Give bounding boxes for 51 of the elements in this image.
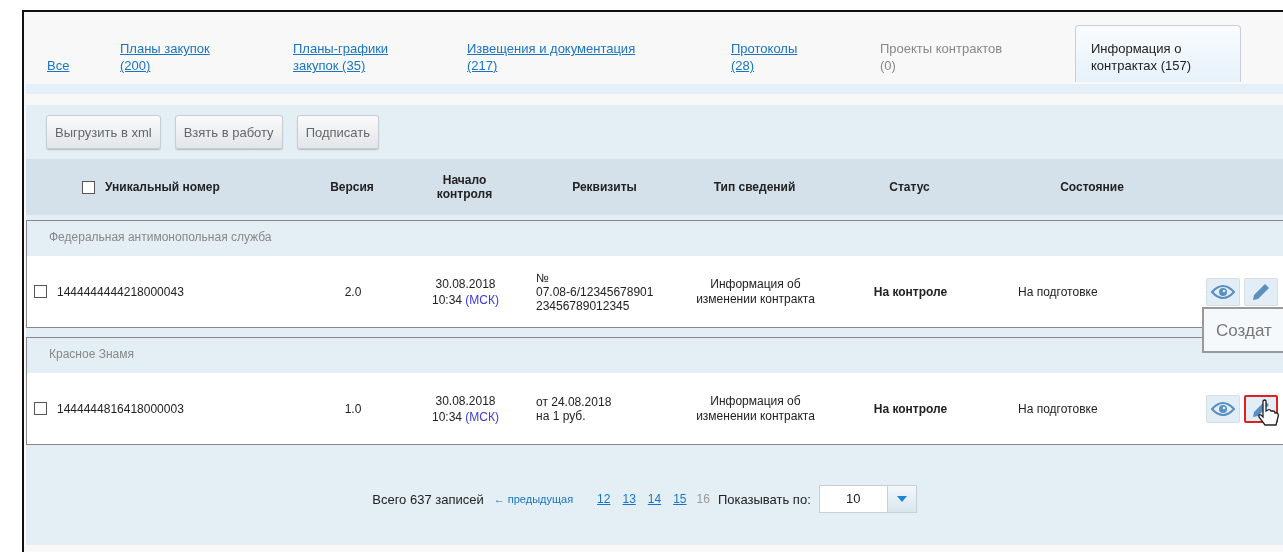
table-cell: На контроле (873, 284, 948, 299)
checkbox[interactable] (34, 402, 47, 415)
record-count: Всего 637 записей (372, 491, 484, 507)
column-header: Версия (330, 180, 374, 194)
toolbar-button[interactable]: Выгрузить в xml (46, 115, 161, 149)
hand-cursor-icon (1256, 399, 1280, 429)
column-header: Состояние (1060, 180, 1124, 194)
column-header: Реквизиты (572, 180, 637, 194)
table-cell: На подготовке (1018, 284, 1098, 299)
table-cell: от 24.08.2018 на 1 руб. (536, 394, 612, 423)
page-link[interactable]: 15 (673, 492, 687, 506)
checkbox[interactable] (34, 285, 47, 298)
page-link[interactable]: 12 (597, 492, 611, 506)
page-link[interactable]: 14 (647, 492, 662, 506)
column-header: Уникальный номер (105, 180, 220, 194)
eye-icon (1211, 284, 1235, 299)
page-number: 16 (696, 492, 710, 506)
table-cell: 30.08.2018 10:34 (МСК) (432, 392, 499, 425)
page-link[interactable]: 13 (622, 492, 636, 506)
column-header: Начало контроля (435, 173, 494, 201)
per-page-select[interactable]: 10 (818, 485, 917, 513)
table-cell: 2.0 (344, 284, 362, 299)
tab[interactable]: Информация о контрактах (157) (1075, 25, 1241, 82)
table-cell: На подготовке (1018, 401, 1098, 416)
table-cell-text: Информация об изменении контракта (695, 276, 816, 307)
table-cell-text: Информация об изменении контракта (695, 393, 816, 424)
tab[interactable]: Протоколы (28) (731, 40, 811, 74)
tab[interactable]: Планы закупок (200) (120, 40, 240, 74)
column-header: Статус (889, 180, 930, 194)
table-cell: 30.08.2018 10:34 (МСК) (432, 275, 499, 308)
pencil-icon (1251, 281, 1271, 302)
toolbar-button[interactable]: Взять в работу (174, 115, 283, 149)
previous-link[interactable]: ← предыдущая (493, 493, 574, 505)
group-title: Красное Знамя (49, 347, 134, 361)
dropdown-arrow-icon (896, 496, 907, 502)
column-header: Тип сведений (713, 180, 796, 194)
tab[interactable]: Извещения и документация (217) (467, 40, 642, 74)
tab[interactable]: Все (47, 57, 87, 74)
view-button[interactable] (1206, 277, 1240, 306)
table-cell: 1444444816418000003 (57, 401, 184, 416)
group-title: Федеральная антимонопольная служба (49, 230, 272, 244)
table-cell: 1444444444218000043 (57, 284, 184, 299)
checkbox[interactable] (82, 180, 95, 194)
eye-icon (1211, 401, 1235, 416)
tab[interactable]: Планы-графики закупок (35) (293, 40, 413, 74)
tooltip: Создат (1202, 307, 1283, 353)
table-cell: На контроле (873, 401, 948, 416)
table-cell: 1.0 (344, 401, 362, 416)
toolbar-button[interactable]: Подписать (296, 115, 379, 149)
table-cell: № 07.08-6/12345678901 23456789012345 (536, 270, 654, 313)
per-page-label: Показывать по: (717, 491, 811, 507)
